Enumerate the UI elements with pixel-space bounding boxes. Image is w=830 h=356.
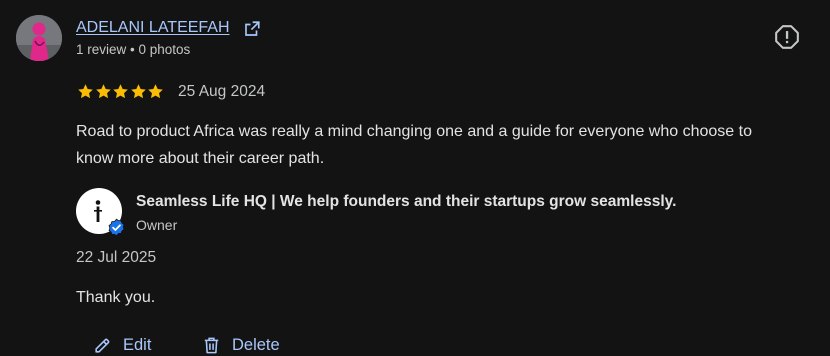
review-text: Road to product Africa was really a mind…: [76, 123, 752, 167]
owner-name: Seamless Life HQ | We help founders and …: [136, 193, 677, 210]
review-date: 25 Aug 2024: [178, 83, 266, 100]
star-icon: [95, 84, 111, 99]
reviewer-name-link[interactable]: ADELANI LATEEFAH: [76, 19, 230, 37]
delete-button[interactable]: Delete: [202, 334, 280, 356]
star-icon: [78, 84, 93, 99]
star-icon: [113, 84, 128, 99]
verified-badge-icon: [108, 218, 125, 237]
star-rating: [77, 83, 165, 101]
edit-button-label: Edit: [123, 335, 152, 354]
owner-label: Owner: [136, 217, 178, 233]
reply-date: 22 Jul 2025: [76, 249, 157, 266]
star-icon: [130, 84, 146, 99]
reviewer-avatar-image: [16, 15, 62, 61]
reviewer-meta: 1 review • 0 photos: [76, 42, 191, 57]
trash-icon: [204, 337, 219, 353]
reply-text: Thank you.: [76, 289, 156, 306]
star-icon: [148, 84, 163, 99]
delete-button-label: Delete: [232, 335, 280, 354]
pencil-icon: [95, 338, 110, 353]
report-icon[interactable]: [774, 24, 800, 50]
reviewer-avatar[interactable]: [16, 15, 62, 61]
edit-button[interactable]: Edit: [93, 334, 151, 356]
external-link-icon[interactable]: [243, 20, 261, 38]
